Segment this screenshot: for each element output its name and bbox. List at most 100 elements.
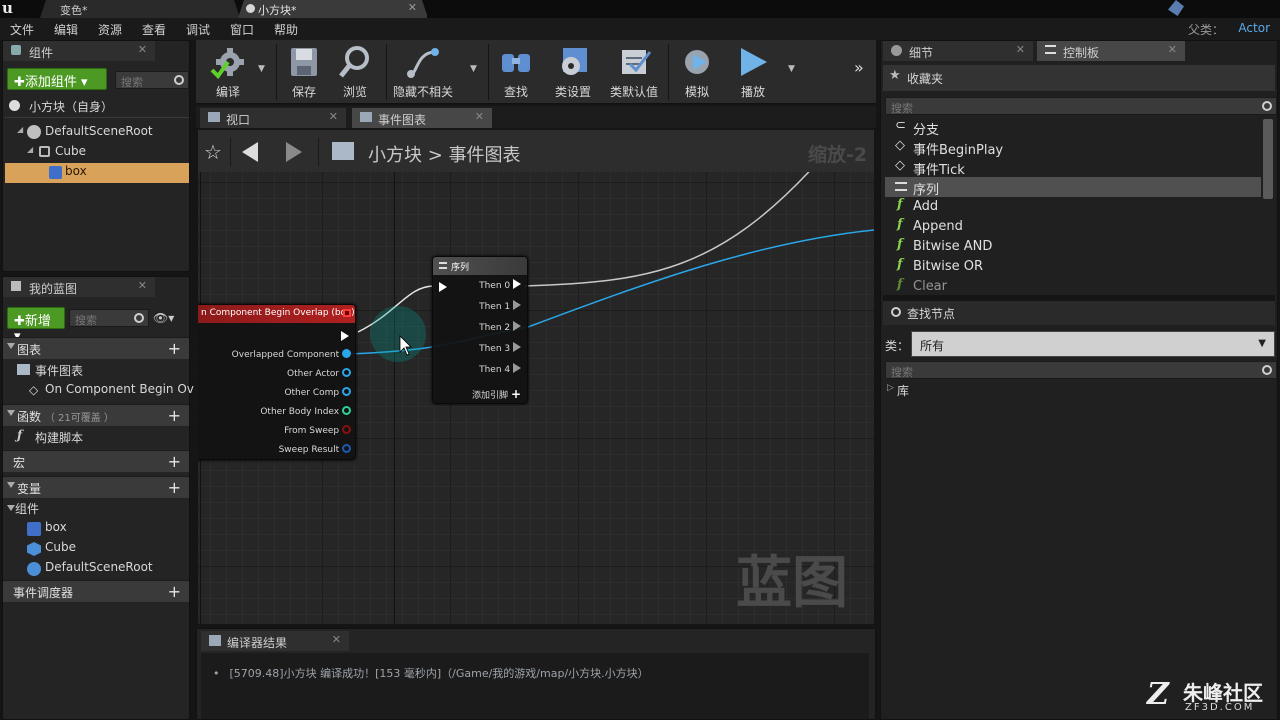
palette-item-begin-play[interactable]: ◇ 事件BeginPlay (885, 137, 1261, 158)
section-event-dispatchers[interactable]: 事件调度器 + (3, 580, 189, 602)
menu-window[interactable]: 窗口 (230, 21, 254, 38)
palette-item-sequence[interactable]: 序列 (885, 177, 1261, 198)
add-graph-icon[interactable]: + (168, 339, 181, 358)
tree-item-default-scene-root[interactable]: ◢ DefaultSceneRoot (5, 123, 189, 143)
library-tree-item[interactable]: ▷ 库 (885, 381, 1085, 401)
palette-item-bitwise-and[interactable]: f Bitwise AND (885, 237, 1261, 257)
favorite-star-icon[interactable]: ☆ (204, 140, 222, 164)
new-button[interactable]: ✚新增 ▾ (7, 307, 65, 344)
find-node-search-input[interactable]: 搜索 (885, 361, 1277, 379)
event-node-item[interactable]: ◇ On Component Begin Ov (7, 381, 194, 401)
node-component-begin-overlap[interactable]: n Component Begin Overlap (box) Overlapp… (198, 304, 356, 460)
close-icon[interactable]: ✕ (1168, 43, 1177, 56)
exec-out-pin[interactable] (341, 331, 349, 341)
parent-class-link[interactable]: Actor (1238, 21, 1270, 35)
toolbar-overflow-icon[interactable]: » (854, 58, 864, 77)
favorites-header[interactable]: ★ 收藏夹 (883, 65, 1275, 91)
pin-sweep-result[interactable]: Sweep Result (279, 444, 351, 463)
close-icon[interactable]: ✕ (475, 110, 484, 123)
class-defaults-button[interactable]: 类默认值 (606, 44, 662, 100)
simulate-button[interactable]: 模拟 (674, 44, 720, 100)
forward-arrow-icon[interactable] (286, 142, 302, 162)
construct-script-item[interactable]: ƒ 构建脚本 (7, 428, 187, 448)
menu-view[interactable]: 查看 (142, 21, 166, 38)
add-dispatcher-icon[interactable]: + (168, 582, 181, 601)
tab-compiler-results[interactable]: 编译器结果 ✕ (201, 631, 349, 651)
variable-cube[interactable]: Cube (3, 539, 189, 559)
delegate-pin-icon[interactable] (343, 309, 351, 317)
doc-tab-small-cube[interactable]: 小方块* ✕ (238, 0, 428, 18)
pin-then-4[interactable]: Then 4 (479, 363, 521, 382)
class-settings-button[interactable]: 类设置 (550, 44, 596, 100)
components-category[interactable]: 组件 (3, 499, 189, 519)
menu-help[interactable]: 帮助 (274, 21, 298, 38)
close-icon[interactable]: ✕ (329, 110, 338, 123)
tree-item-box[interactable]: box (5, 163, 189, 183)
pin-from-sweep[interactable]: From Sweep (284, 425, 351, 444)
compile-button[interactable]: 编译 (200, 44, 256, 100)
menu-assets[interactable]: 资源 (98, 21, 122, 38)
back-arrow-icon[interactable] (242, 142, 258, 162)
exec-in-pin[interactable] (439, 282, 447, 292)
menu-file[interactable]: 文件 (10, 21, 34, 38)
palette-scrollbar[interactable] (1263, 119, 1273, 199)
pin-other-body-index[interactable]: Other Body Index (260, 406, 351, 425)
pin-then-1[interactable]: Then 1 (479, 300, 521, 319)
palette-item-branch[interactable]: ⊂ 分支 (885, 117, 1261, 138)
play-options-icon[interactable]: ▼ (788, 64, 795, 74)
pin-then-3[interactable]: Then 3 (479, 342, 521, 361)
palette-search-input[interactable]: 搜索 (885, 97, 1277, 115)
self-item[interactable]: 小方块（自身） (7, 97, 187, 117)
doc-tab-color-change[interactable]: 变色* (40, 0, 240, 18)
close-icon[interactable]: ✕ (138, 43, 147, 56)
palette-item-clear[interactable]: f Clear (885, 277, 1261, 291)
tab-event-graph[interactable]: 事件图表 ✕ (352, 108, 492, 128)
hide-unrelated-button[interactable]: 隐藏不相关 (390, 44, 456, 100)
variable-default-scene-root[interactable]: DefaultSceneRoot (3, 559, 189, 579)
pin-other-actor[interactable]: Other Actor (287, 368, 351, 387)
category-select[interactable]: 所有 ▼ (911, 331, 1275, 357)
event-graph-canvas[interactable]: n Component Begin Overlap (box) Overlapp… (198, 172, 874, 624)
close-icon[interactable]: ✕ (332, 633, 341, 646)
component-search-input[interactable]: 搜索 (115, 71, 189, 89)
close-icon[interactable]: ✕ (138, 279, 147, 292)
menu-edit[interactable]: 编辑 (54, 21, 78, 38)
close-icon[interactable]: ✕ (408, 1, 417, 14)
blueprint-search-input[interactable]: 搜索 (69, 309, 149, 327)
section-macros[interactable]: 宏 + (3, 450, 189, 472)
palette-item-tick[interactable]: ◇ 事件Tick (885, 157, 1261, 178)
node-sequence[interactable]: 序列 Then 0 Then 1 Then 2 Then 3 Then 4 添加… (432, 256, 528, 404)
pin-then-2[interactable]: Then 2 (479, 321, 521, 340)
tab-palette[interactable]: 控制板 ✕ (1037, 41, 1185, 61)
breadcrumb-current[interactable]: 事件图表 (449, 145, 521, 166)
add-function-icon[interactable]: + (168, 406, 181, 425)
menu-debug[interactable]: 调试 (186, 21, 210, 38)
event-graph-item[interactable]: 事件图表 (7, 361, 187, 381)
save-button[interactable]: 保存 (282, 44, 326, 100)
add-pin-button[interactable]: 添加引脚 + (472, 387, 521, 406)
compile-options-icon[interactable]: ▼ (258, 64, 265, 74)
breadcrumb-root[interactable]: 小方块 (368, 145, 422, 166)
eye-icon[interactable]: 👁▾ (153, 311, 174, 325)
hide-options-icon[interactable]: ▼ (470, 64, 477, 74)
browse-button[interactable]: 浏览 (332, 44, 378, 100)
pin-then-0[interactable]: Then 0 (479, 279, 521, 298)
palette-item-bitwise-or[interactable]: f Bitwise OR (885, 257, 1261, 277)
section-variables[interactable]: 变量 + (3, 476, 189, 498)
tab-details[interactable]: 细节 ✕ (883, 41, 1033, 61)
close-icon[interactable]: ✕ (1016, 43, 1025, 56)
section-graphs[interactable]: 图表 + (3, 337, 189, 359)
palette-item-append[interactable]: f Append (885, 217, 1261, 237)
pin-overlapped-component[interactable]: Overlapped Component (232, 349, 351, 368)
source-control-icon[interactable] (1168, 0, 1184, 16)
add-variable-icon[interactable]: + (168, 478, 181, 497)
variable-box[interactable]: box (3, 519, 189, 539)
add-macro-icon[interactable]: + (168, 452, 181, 471)
tab-my-blueprint[interactable]: 我的蓝图 ✕ (3, 277, 155, 297)
pin-other-comp[interactable]: Other Comp (284, 387, 351, 406)
find-button[interactable]: 查找 (494, 44, 538, 100)
play-button[interactable]: 播放 (730, 44, 776, 100)
tab-viewport[interactable]: 视口 ✕ (200, 108, 346, 128)
tree-item-cube[interactable]: ◢ Cube (5, 143, 189, 163)
tab-components[interactable]: 组件 ✕ (3, 41, 155, 61)
